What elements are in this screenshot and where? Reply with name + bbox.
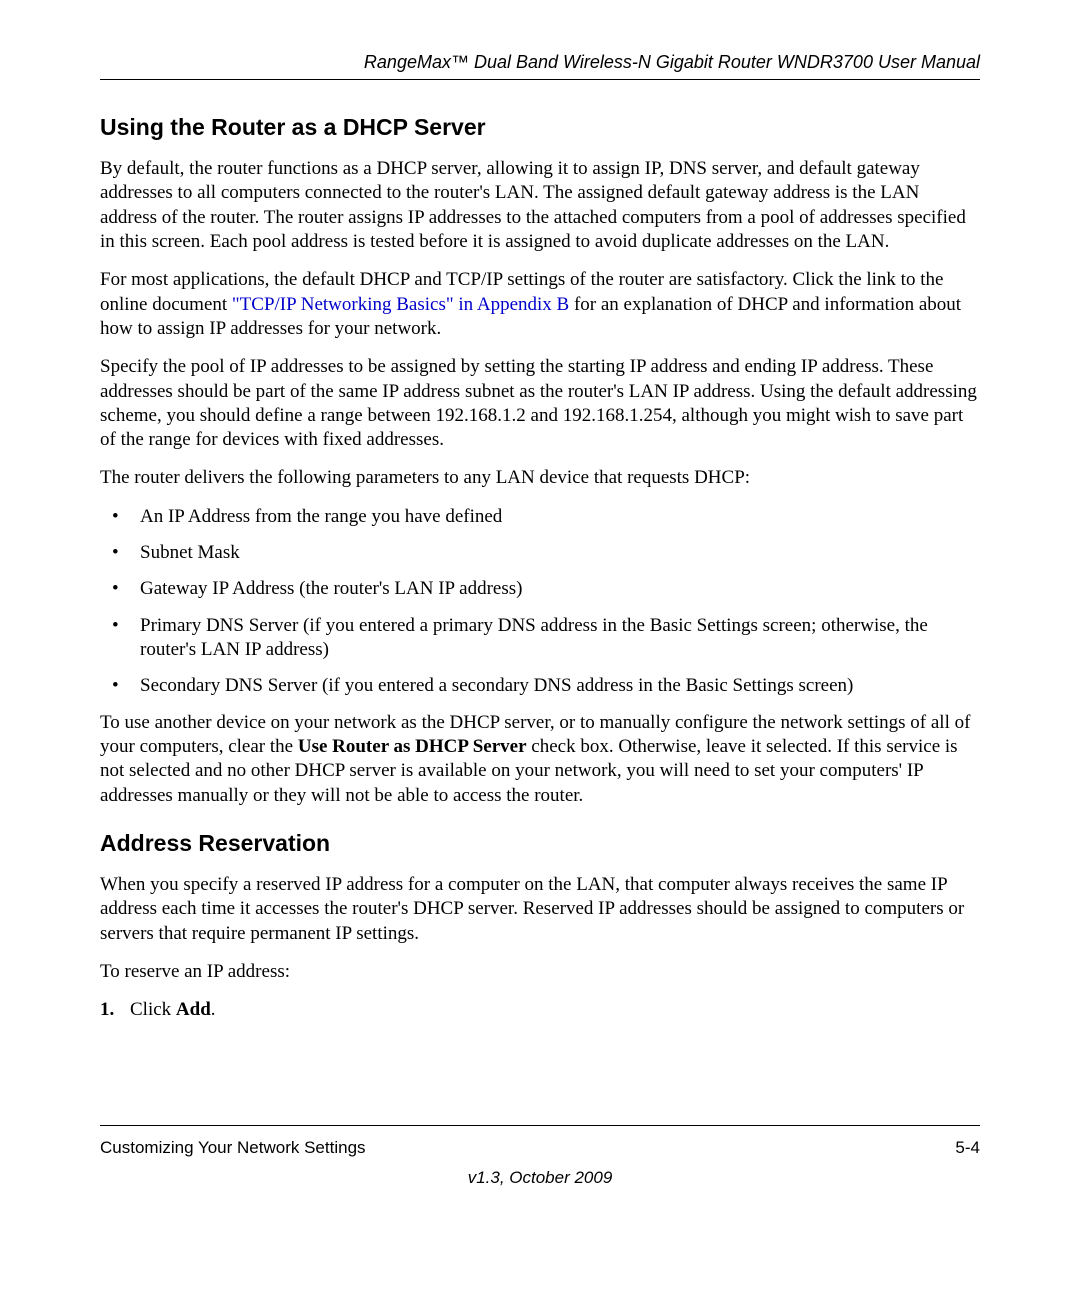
page-footer: Customizing Your Network Settings 5-4 (100, 1138, 980, 1158)
footer-chapter: Customizing Your Network Settings (100, 1138, 366, 1158)
body-paragraph: Specify the pool of IP addresses to be a… (100, 355, 980, 452)
list-item: An IP Address from the range you have de… (100, 505, 980, 529)
list-item: Primary DNS Server (if you entered a pri… (100, 614, 980, 663)
body-paragraph: By default, the router functions as a DH… (100, 157, 980, 254)
body-paragraph: For most applications, the default DHCP … (100, 268, 980, 341)
body-paragraph: The router delivers the following parame… (100, 466, 980, 490)
steps-list: 1. Click Add. (100, 998, 980, 1022)
ui-label-bold: Add (176, 999, 211, 1020)
footer-rule (100, 1125, 980, 1126)
footer-version: v1.3, October 2009 (0, 1168, 1080, 1188)
section-heading-address-reservation: Address Reservation (100, 830, 980, 857)
text-fragment: Click (130, 999, 176, 1020)
page-header: RangeMax™ Dual Band Wireless-N Gigabit R… (100, 52, 980, 80)
list-item: Gateway IP Address (the router's LAN IP … (100, 577, 980, 601)
list-item: Subnet Mask (100, 541, 980, 565)
body-paragraph: To use another device on your network as… (100, 711, 980, 808)
appendix-link[interactable]: "TCP/IP Networking Basics" in Appendix B (232, 294, 569, 315)
dhcp-parameters-list: An IP Address from the range you have de… (100, 505, 980, 699)
header-title: RangeMax™ Dual Band Wireless-N Gigabit R… (364, 52, 980, 72)
step-number: 1. (100, 998, 114, 1022)
list-item: Secondary DNS Server (if you entered a s… (100, 674, 980, 698)
manual-page: RangeMax™ Dual Band Wireless-N Gigabit R… (0, 0, 1080, 1296)
ui-label-bold: Use Router as DHCP Server (298, 736, 527, 757)
body-paragraph: To reserve an IP address: (100, 960, 980, 984)
footer-page-number: 5-4 (955, 1138, 980, 1158)
step-item: 1. Click Add. (100, 998, 980, 1022)
section-heading-dhcp: Using the Router as a DHCP Server (100, 114, 980, 141)
text-fragment: . (211, 999, 216, 1020)
body-paragraph: When you specify a reserved IP address f… (100, 873, 980, 946)
